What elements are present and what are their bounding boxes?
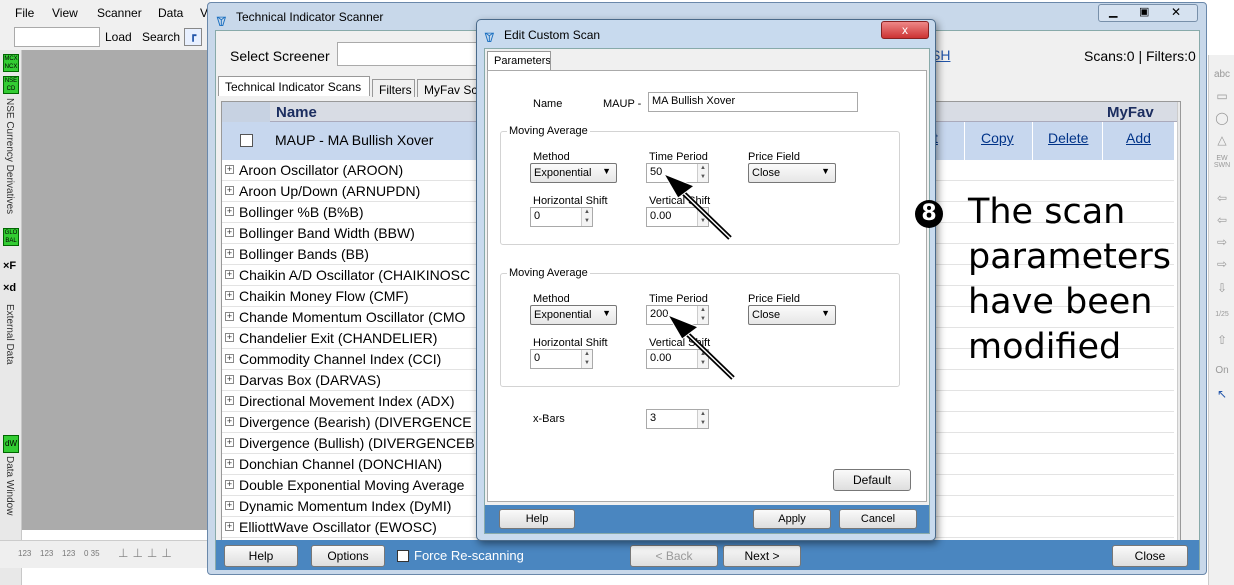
arrow-to-period-200: [666, 313, 735, 380]
annotation-line-3: have been: [968, 282, 1153, 322]
annotation-line-1: The scan: [968, 192, 1126, 232]
annotation-callout: 8 The scan parameters have been modified: [915, 190, 1205, 370]
annotation-line-4: modified: [968, 327, 1122, 367]
annotation-line-2: parameters: [968, 237, 1172, 277]
step-number-badge: 8: [915, 200, 943, 228]
arrow-to-period-50: [662, 172, 732, 240]
